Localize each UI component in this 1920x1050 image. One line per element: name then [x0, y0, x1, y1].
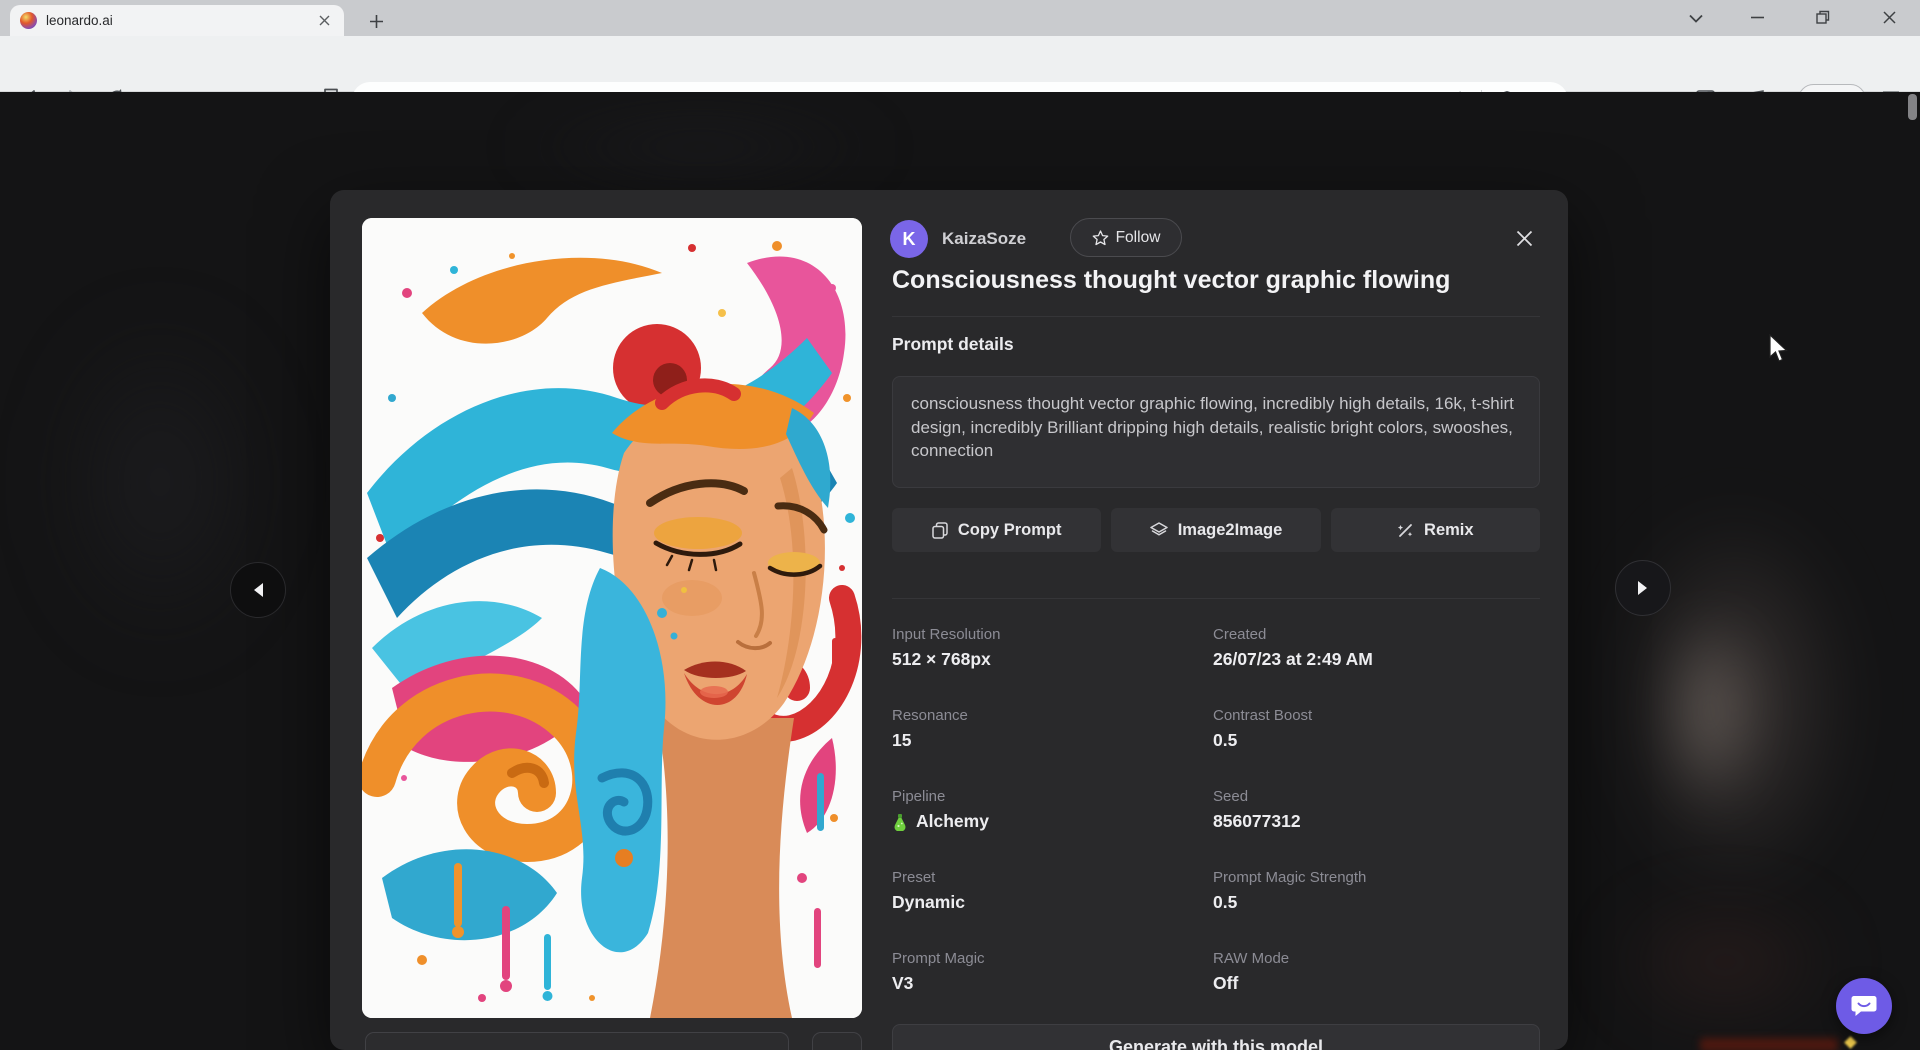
- metadata-grid: Input Resolution 512 × 768px Created 26/…: [892, 626, 1540, 994]
- window-minimize-button[interactable]: [1734, 0, 1780, 34]
- tab-title: leonardo.ai: [46, 13, 314, 28]
- remix-wand-icon: [1397, 522, 1414, 539]
- remix-label: Remix: [1424, 521, 1474, 540]
- artwork-illustration: [362, 218, 862, 1018]
- new-tab-button[interactable]: [362, 7, 390, 35]
- next-image-button[interactable]: [1615, 560, 1671, 616]
- tab-strip: leonardo.ai: [0, 0, 1920, 36]
- image2image-button[interactable]: Image2Image: [1111, 508, 1320, 552]
- copy-prompt-label: Copy Prompt: [958, 521, 1062, 540]
- avatar[interactable]: K: [890, 220, 928, 258]
- browser-tab[interactable]: leonardo.ai: [10, 5, 344, 36]
- chat-bubble-icon: [1851, 994, 1877, 1018]
- prompt-details-heading: Prompt details: [892, 334, 1014, 355]
- window-close-button[interactable]: [1866, 0, 1912, 34]
- star-icon: [1092, 230, 1109, 246]
- avatar-letter: K: [903, 229, 916, 250]
- meta-contrast-boost: Contrast Boost 0.5: [1213, 707, 1540, 751]
- copy-icon: [932, 522, 948, 539]
- background-watermark: [1700, 1038, 1838, 1050]
- browser-toolbar: app.leonardo.ai: [0, 36, 1920, 92]
- tab-search-chevron-icon[interactable]: [1682, 8, 1710, 28]
- chevron-right-icon: [1637, 580, 1649, 596]
- small-button-partial[interactable]: [812, 1032, 862, 1050]
- potion-icon: [892, 813, 908, 831]
- username[interactable]: KaizaSoze: [942, 229, 1026, 249]
- tab-close-icon[interactable]: [314, 11, 334, 31]
- browser-window: leonardo.ai: [0, 0, 1920, 1050]
- divider: [892, 316, 1540, 317]
- layers-icon: [1150, 522, 1168, 538]
- support-chat-button[interactable]: [1836, 978, 1892, 1034]
- image-detail-modal: K KaizaSoze Follow Consciousness thought…: [330, 190, 1568, 1050]
- leonardo-favicon-icon: [20, 12, 37, 29]
- meta-created: Created 26/07/23 at 2:49 AM: [1213, 626, 1540, 670]
- generated-artwork-image[interactable]: [362, 218, 862, 1018]
- close-icon: [1516, 230, 1533, 247]
- generate-with-model-button[interactable]: Generate with this model: [892, 1024, 1540, 1050]
- background-blur-blob: [420, 92, 980, 202]
- prompt-text-box: consciousness thought vector graphic flo…: [892, 376, 1540, 488]
- generate-label: Generate with this model: [1109, 1037, 1323, 1050]
- pipeline-value: Alchemy: [916, 811, 989, 832]
- background-blur-blob: [20, 252, 300, 712]
- follow-button[interactable]: Follow: [1070, 218, 1182, 257]
- follow-label: Follow: [1116, 229, 1161, 247]
- background-blur-blob: [1565, 422, 1905, 982]
- meta-prompt-magic: Prompt Magic V3: [892, 950, 1213, 994]
- meta-raw-mode: RAW Mode Off: [1213, 950, 1540, 994]
- meta-seed: Seed 856077312: [1213, 788, 1540, 832]
- prompt-input-partial[interactable]: [365, 1032, 789, 1050]
- meta-prompt-magic-strength: Prompt Magic Strength 0.5: [1213, 869, 1540, 913]
- scrollbar-thumb[interactable]: [1908, 94, 1917, 120]
- divider: [892, 598, 1540, 599]
- prompt-actions-row: Copy Prompt Image2Image Remix: [892, 508, 1540, 552]
- previous-image-button[interactable]: [230, 562, 286, 618]
- meta-pipeline: Pipeline Alchemy: [892, 788, 1213, 832]
- background-blur-blob: [1560, 872, 1890, 1050]
- modal-close-button[interactable]: [1508, 222, 1540, 254]
- image2image-label: Image2Image: [1178, 521, 1283, 540]
- chevron-left-icon: [252, 582, 264, 598]
- window-restore-button[interactable]: [1800, 0, 1846, 34]
- prompt-text: consciousness thought vector graphic flo…: [911, 394, 1514, 460]
- copy-prompt-button[interactable]: Copy Prompt: [892, 508, 1101, 552]
- meta-resonance: Resonance 15: [892, 707, 1213, 751]
- meta-input-resolution: Input Resolution 512 × 768px: [892, 626, 1213, 670]
- meta-preset: Preset Dynamic: [892, 869, 1213, 913]
- remix-button[interactable]: Remix: [1331, 508, 1540, 552]
- generation-title: Consciousness thought vector graphic flo…: [892, 266, 1552, 295]
